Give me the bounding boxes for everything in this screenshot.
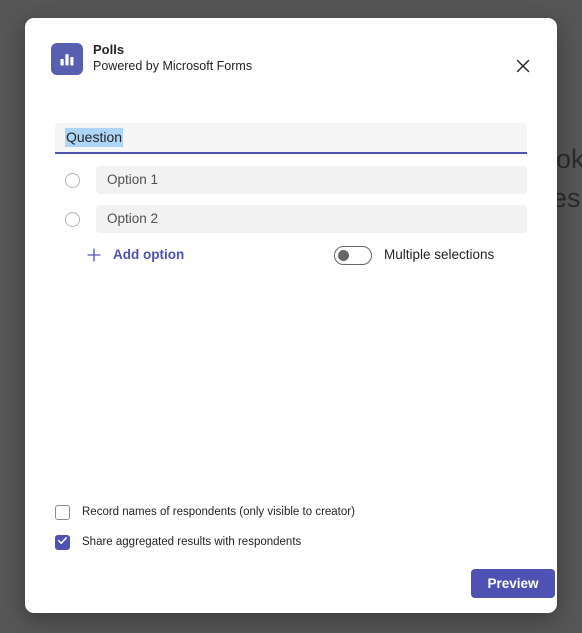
dialog-title: Polls (93, 42, 125, 57)
add-option-button[interactable]: Add option (86, 242, 184, 268)
close-icon (516, 59, 530, 76)
option-radio-icon[interactable] (65, 172, 80, 188)
polls-dialog: Polls Powered by Microsoft Forms Questio… (25, 18, 557, 613)
option-input-placeholder: Option 2 (107, 211, 159, 226)
bar-chart-icon (51, 43, 83, 75)
question-input[interactable]: Question (55, 123, 527, 154)
close-button[interactable] (505, 51, 541, 83)
multiple-selections-control: Multiple selections (334, 243, 494, 267)
share-results-label: Share aggregated results with respondent… (82, 536, 302, 548)
share-results-checkbox[interactable] (55, 533, 70, 551)
dialog-subtitle: Powered by Microsoft Forms (93, 59, 253, 73)
option-input[interactable]: Option 2 (96, 205, 527, 233)
record-names-checkbox[interactable] (55, 504, 70, 520)
share-results-setting[interactable]: Share aggregated results with respondent… (55, 532, 301, 552)
poll-option-row: Option 2 (55, 205, 527, 233)
option-input-placeholder: Option 1 (107, 172, 159, 187)
poll-controls-row: Add option Multiple selections (55, 242, 527, 268)
multiple-selections-toggle[interactable] (334, 245, 372, 265)
option-radio-icon[interactable] (65, 211, 80, 227)
record-names-label: Record names of respondents (only visibl… (82, 506, 355, 518)
dialog-body: Question Option 1 Option 2 Add option Mu… (25, 94, 557, 537)
question-input-value: Question (65, 128, 124, 147)
multiple-selections-label: Multiple selections (384, 247, 495, 262)
preview-button[interactable]: Preview (471, 569, 555, 598)
add-option-label: Add option (113, 247, 185, 262)
toggle-knob (338, 249, 349, 261)
plus-icon (86, 247, 102, 263)
polls-dialog-overlay: ok es Polls Powered by Microsoft Forms Q… (0, 0, 582, 633)
dialog-header: Polls Powered by Microsoft Forms (25, 18, 557, 94)
background-text-fragment-1: ok (556, 144, 582, 174)
option-input[interactable]: Option 1 (96, 166, 527, 194)
record-names-setting[interactable]: Record names of respondents (only visibl… (55, 502, 355, 522)
checkmark-icon (57, 533, 68, 551)
poll-option-row: Option 1 (55, 166, 527, 194)
